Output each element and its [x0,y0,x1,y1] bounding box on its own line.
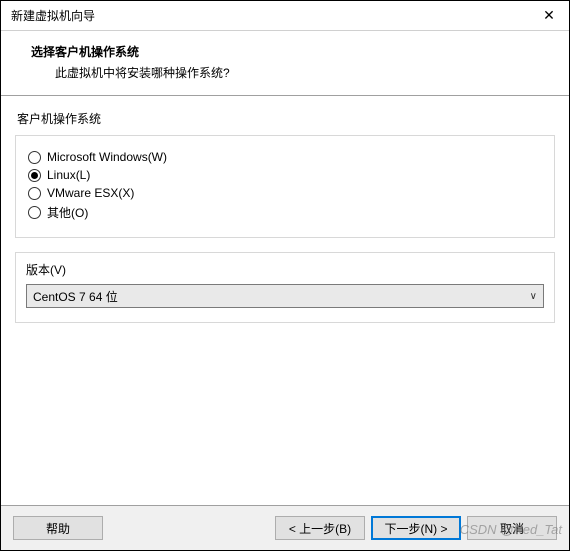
chevron-down-icon: ∨ [530,291,537,302]
radio-icon [28,187,41,200]
os-radio-group: Microsoft Windows(W) Linux(L) VMware ESX… [15,135,555,238]
version-label: 版本(V) [26,261,544,278]
wizard-footer: 帮助 < 上一步(B) 下一步(N) > 取消 [1,505,569,550]
wizard-header: 选择客户机操作系统 此虚拟机中将安装哪种操作系统? [1,31,569,95]
version-select[interactable]: CentOS 7 64 位 ∨ [26,284,544,308]
page-heading: 选择客户机操作系统 [31,43,551,60]
close-icon[interactable]: ✕ [539,7,559,24]
radio-label: Microsoft Windows(W) [47,150,167,164]
radio-option-windows[interactable]: Microsoft Windows(W) [28,150,542,164]
os-group-label: 客户机操作系统 [17,110,555,127]
wizard-content: 客户机操作系统 Microsoft Windows(W) Linux(L) VM… [1,96,569,505]
radio-option-linux[interactable]: Linux(L) [28,168,542,182]
radio-label: Linux(L) [47,168,90,182]
radio-icon [28,169,41,182]
button-label: 下一步(N) > [384,520,447,537]
help-button[interactable]: 帮助 [13,516,103,540]
radio-label: 其他(O) [47,204,88,221]
radio-icon [28,206,41,219]
radio-option-vmware-esx[interactable]: VMware ESX(X) [28,186,542,200]
radio-label: VMware ESX(X) [47,186,134,200]
version-group: 版本(V) CentOS 7 64 位 ∨ [15,252,555,323]
button-label: < 上一步(B) [289,520,351,537]
radio-option-other[interactable]: 其他(O) [28,204,542,221]
next-button[interactable]: 下一步(N) > [371,516,461,540]
back-button[interactable]: < 上一步(B) [275,516,365,540]
button-label: 取消 [500,520,524,537]
page-subheading: 此虚拟机中将安装哪种操作系统? [55,64,551,81]
titlebar: 新建虚拟机向导 ✕ [1,1,569,31]
button-label: 帮助 [46,520,70,537]
window-title: 新建虚拟机向导 [11,7,95,24]
cancel-button[interactable]: 取消 [467,516,557,540]
wizard-window: 新建虚拟机向导 ✕ 选择客户机操作系统 此虚拟机中将安装哪种操作系统? 客户机操… [0,0,570,551]
radio-icon [28,151,41,164]
version-selected-value: CentOS 7 64 位 [33,288,118,305]
